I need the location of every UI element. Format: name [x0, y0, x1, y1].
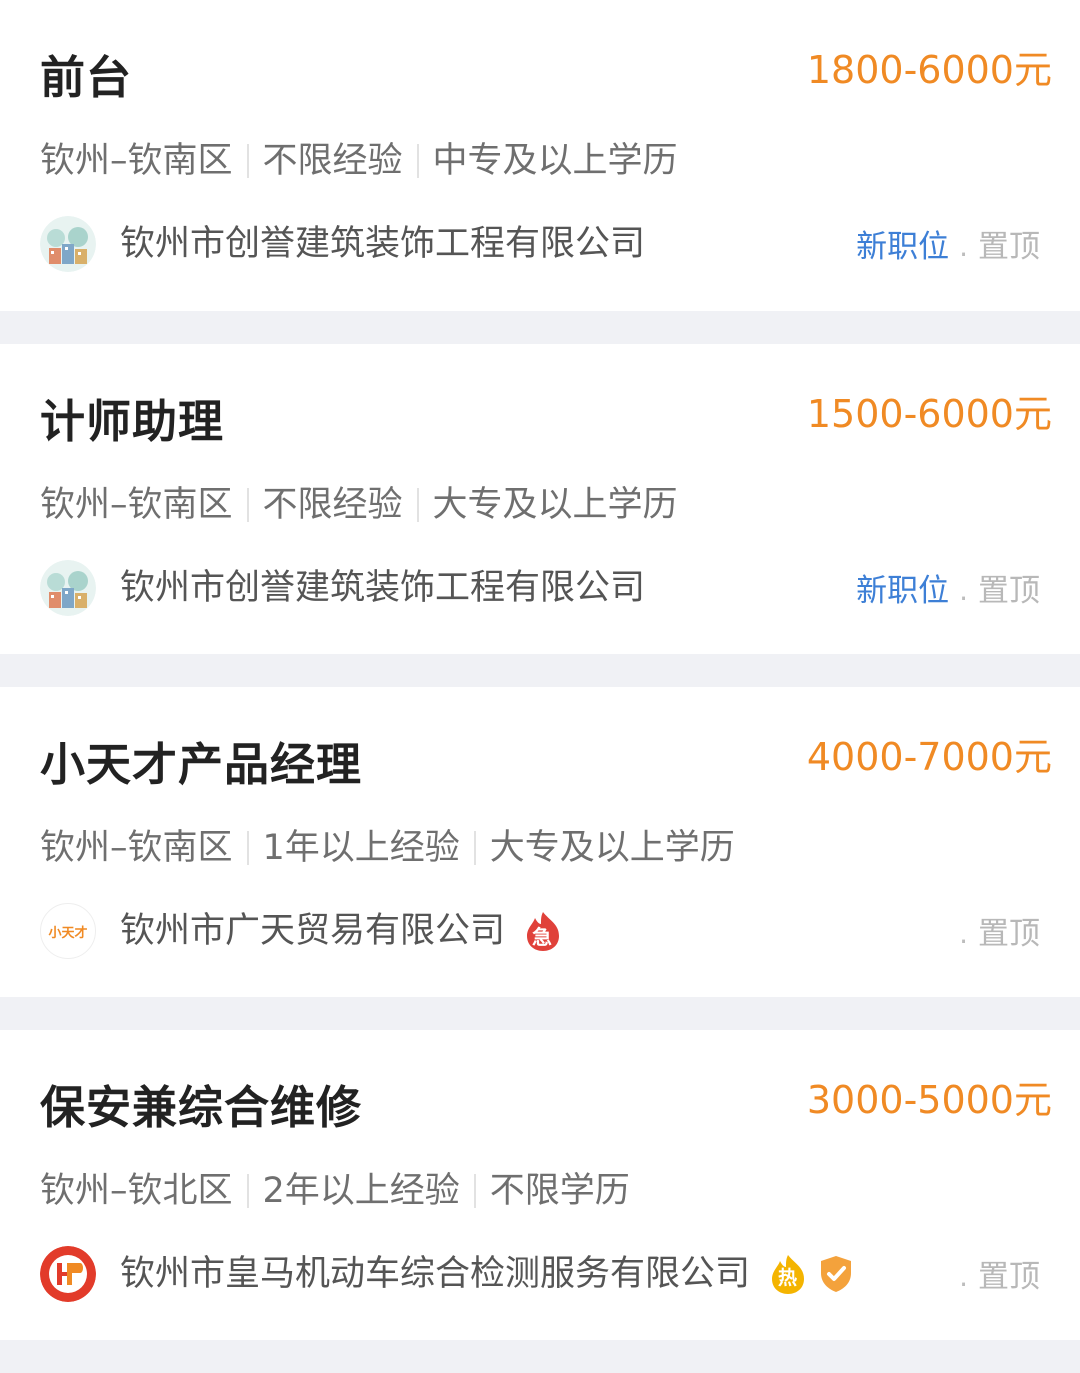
- divider: [246, 488, 249, 522]
- divider: [416, 488, 419, 522]
- job-location: 钦州–钦南区: [40, 141, 233, 181]
- job-title: 前台: [40, 51, 133, 104]
- job-card[interactable]: 计师助理 1500-6000元 钦州–钦南区 不限经验 大专及以上学历 钦州市创…: [0, 344, 1080, 654]
- job-education: 大专及以上学历: [489, 828, 735, 868]
- divider: [246, 144, 249, 178]
- job-location: 钦州–钦北区: [40, 1171, 233, 1211]
- card-divider: [0, 654, 1080, 687]
- job-tags: . 置顶: [949, 909, 1040, 959]
- job-salary: 1800-6000元: [806, 48, 1052, 92]
- company-row[interactable]: 小天才 钦州市广天贸易有限公司 急: [40, 901, 563, 961]
- job-experience: 1年以上经验: [262, 828, 460, 868]
- job-title: 保安兼综合维修: [40, 1081, 363, 1134]
- tag-dot: .: [959, 574, 968, 607]
- card-divider: [0, 311, 1080, 344]
- job-title: 小天才产品经理: [40, 738, 363, 791]
- job-location: 钦州–钦南区: [40, 828, 233, 868]
- job-education: 大专及以上学历: [432, 485, 678, 525]
- verified-shield-icon: [818, 1254, 854, 1294]
- new-position-tag: 新职位: [856, 229, 950, 265]
- job-card[interactable]: 小天才产品经理 4000-7000元 钦州–钦南区 1年以上经验 大专及以上学历…: [0, 687, 1080, 997]
- job-title: 计师助理: [40, 395, 225, 448]
- divider: [246, 1174, 249, 1208]
- job-tags: 新职位 . 置顶: [856, 566, 1040, 616]
- company-name: 钦州市创誉建筑装饰工程有限公司: [120, 224, 646, 264]
- divider: [246, 831, 249, 865]
- pinned-tag: 置顶: [978, 916, 1040, 952]
- pinned-tag: 置顶: [978, 573, 1040, 609]
- job-salary: 3000-5000元: [806, 1078, 1052, 1122]
- divider: [416, 144, 419, 178]
- logo-text: 小天才: [48, 925, 88, 941]
- new-position-tag: 新职位: [856, 573, 950, 609]
- divider: [473, 831, 476, 865]
- company-row[interactable]: 钦州市创誉建筑装饰工程有限公司: [40, 214, 645, 274]
- company-name: 钦州市广天贸易有限公司: [120, 911, 506, 951]
- xiaotiancai-logo-icon: 小天才: [40, 903, 96, 959]
- job-requirements: 钦州–钦南区 不限经验 大专及以上学历: [40, 480, 678, 530]
- job-tags: 新职位 . 置顶: [856, 222, 1040, 272]
- company-name: 钦州市皇马机动车综合检测服务有限公司: [120, 1254, 751, 1294]
- divider: [473, 1174, 476, 1208]
- tag-dot: .: [959, 1260, 968, 1293]
- job-card[interactable]: 前台 1800-6000元 钦州–钦南区 不限经验 中专及以上学历 钦州市创誉建…: [0, 0, 1080, 311]
- urgent-badge-icon: 急: [523, 910, 563, 952]
- card-divider: [0, 997, 1080, 1030]
- job-experience: 不限经验: [262, 141, 403, 181]
- job-requirements: 钦州–钦南区 1年以上经验 大专及以上学历: [40, 823, 735, 873]
- job-requirements: 钦州–钦南区 不限经验 中专及以上学历: [40, 136, 678, 186]
- job-experience: 不限经验: [262, 485, 403, 525]
- urgent-badge-label: 急: [532, 924, 553, 949]
- job-tags: . 置顶: [949, 1252, 1040, 1302]
- job-salary: 1500-6000元: [806, 392, 1052, 436]
- hot-badge-label: 热: [778, 1267, 798, 1289]
- hot-badge-icon: 热: [768, 1253, 808, 1295]
- job-education: 不限学历: [489, 1171, 630, 1211]
- job-location: 钦州–钦南区: [40, 485, 233, 525]
- tag-dot: .: [959, 917, 968, 950]
- card-divider: [0, 1340, 1080, 1373]
- company-row[interactable]: 钦州市皇马机动车综合检测服务有限公司 热: [40, 1244, 854, 1304]
- job-list: 前台 1800-6000元 钦州–钦南区 不限经验 中专及以上学历 钦州市创誉建…: [0, 0, 1080, 1373]
- company-logo-buildings-icon: [40, 216, 96, 272]
- pinned-tag: 置顶: [978, 1259, 1040, 1295]
- job-card[interactable]: 保安兼综合维修 3000-5000元 钦州–钦北区 2年以上经验 不限学历 钦州…: [0, 1030, 1080, 1340]
- pinned-tag: 置顶: [978, 229, 1040, 265]
- job-requirements: 钦州–钦北区 2年以上经验 不限学历: [40, 1166, 630, 1216]
- job-salary: 4000-7000元: [806, 735, 1052, 779]
- job-experience: 2年以上经验: [262, 1171, 460, 1211]
- tag-dot: .: [959, 230, 968, 263]
- company-name: 钦州市创誉建筑装饰工程有限公司: [120, 568, 646, 608]
- company-logo-buildings-icon: [40, 560, 96, 616]
- job-education: 中专及以上学历: [432, 141, 678, 181]
- hm-logo-icon: [40, 1246, 96, 1302]
- company-row[interactable]: 钦州市创誉建筑装饰工程有限公司: [40, 558, 645, 618]
